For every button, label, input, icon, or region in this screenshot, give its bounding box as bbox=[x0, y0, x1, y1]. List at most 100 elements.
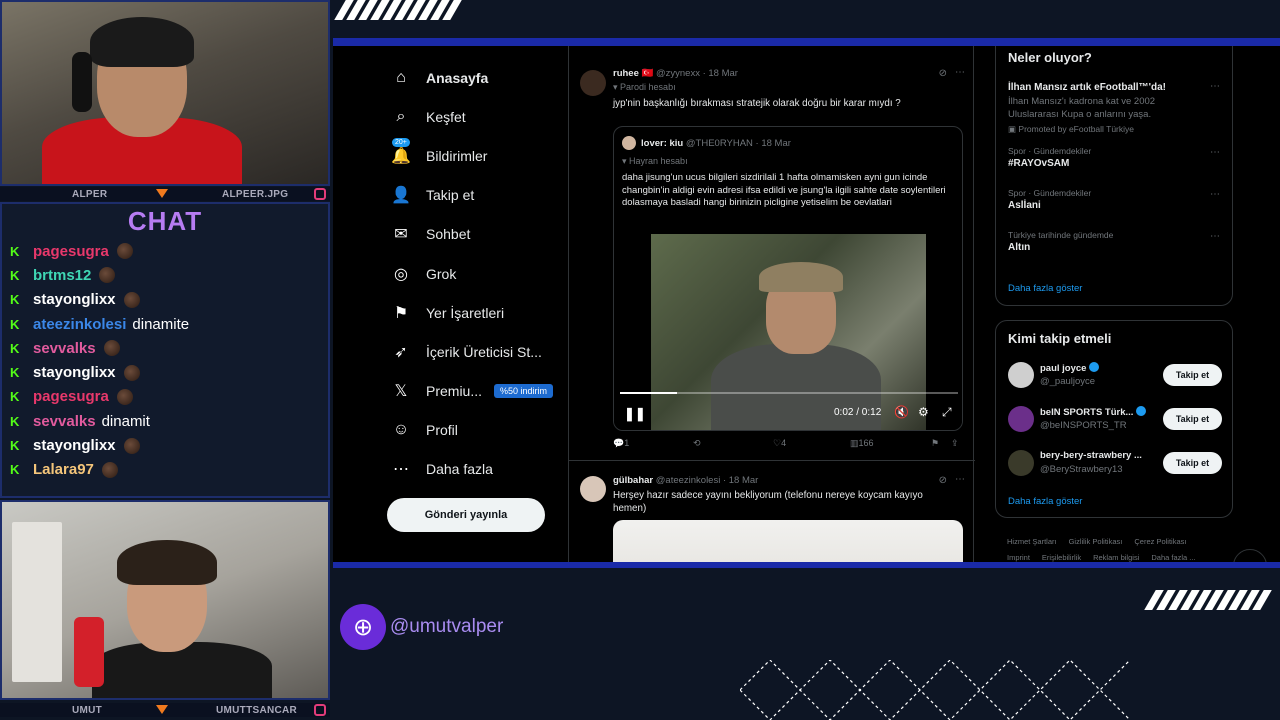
sidebar-item-grok[interactable]: ◎ Grok bbox=[391, 254, 561, 293]
avatar[interactable] bbox=[580, 476, 606, 502]
follow-button[interactable]: Takip et bbox=[1163, 364, 1222, 386]
reply-button[interactable]: 💬 1 bbox=[613, 438, 629, 449]
post-button[interactable]: Gönderi yayınla bbox=[387, 498, 545, 532]
footer-link[interactable]: Erişilebilirlik bbox=[1042, 553, 1081, 562]
emote-icon bbox=[101, 461, 118, 478]
sidebar-item-more[interactable]: ⋯ Daha fazla bbox=[391, 450, 561, 489]
sidebar-item-label: Grok bbox=[426, 265, 457, 282]
grok-icon[interactable]: ⊘ bbox=[939, 475, 947, 486]
tweet-author[interactable]: gülbahar bbox=[613, 475, 653, 486]
streamer-name-left: UMUT bbox=[72, 704, 103, 716]
follow-suggestion[interactable]: beIN SPORTS Türk... @beINSPORTS_TR Takip e… bbox=[996, 405, 1234, 435]
footer-link[interactable]: Reklam bilgisi bbox=[1093, 553, 1139, 562]
show-more-follow-link[interactable]: Daha fazla göster bbox=[1008, 496, 1082, 507]
messages-drawer-icon[interactable]: ✉ bbox=[1233, 549, 1267, 562]
quoted-tweet[interactable]: lover: kiu @THE0RYHAN · 18 Mar ▾ Hayran … bbox=[613, 126, 963, 431]
avatar[interactable] bbox=[1008, 406, 1034, 432]
more-options-icon[interactable]: ⋯ bbox=[955, 67, 965, 78]
video-subject-cap bbox=[759, 262, 843, 292]
trend-name[interactable]: Aslİani bbox=[1008, 200, 1041, 211]
share-icon[interactable]: ⇪ bbox=[951, 438, 959, 449]
chat-message: Ksevvalks bbox=[10, 336, 328, 360]
avatar[interactable] bbox=[1008, 450, 1034, 476]
quoted-author[interactable]: lover: kiu bbox=[641, 138, 683, 149]
settings-icon[interactable]: ⚙ bbox=[918, 405, 929, 419]
mute-icon[interactable]: 🔇 bbox=[894, 405, 909, 419]
avatar[interactable] bbox=[622, 136, 636, 150]
social-handle: ⊕ @umutvalper bbox=[340, 604, 503, 650]
tweet[interactable]: ruhee 🇹🇷 @zyynexx · 18 Mar ⊘ ⋯ ▾ Parodi … bbox=[569, 46, 975, 456]
like-button[interactable]: ♡ 4 bbox=[773, 438, 786, 449]
retweet-icon[interactable]: ⟲ bbox=[693, 438, 701, 449]
sidebar-item-search[interactable]: ⌕ Keşfet bbox=[391, 97, 561, 136]
verified-badge-icon bbox=[1089, 362, 1100, 372]
chat-title: CHAT bbox=[127, 206, 203, 236]
instagram-icon bbox=[314, 188, 326, 200]
headset bbox=[72, 52, 92, 112]
footer-link[interactable]: Çerez Politikası bbox=[1134, 537, 1186, 546]
bookmark-icon[interactable]: ⚑ bbox=[931, 438, 939, 449]
promo-title[interactable]: İlhan Mansız artık eFootball™'da! bbox=[1008, 82, 1166, 93]
kick-icon: K bbox=[10, 267, 20, 283]
follow-name[interactable]: bery-bery-strawbery ... bbox=[1040, 450, 1142, 461]
avatar[interactable] bbox=[580, 70, 606, 96]
sidebar-item-x-logo[interactable]: 𝕏 Premiu... %50 indirim bbox=[391, 372, 561, 411]
streamer-name-right: UMUTTSANCAR bbox=[216, 704, 298, 716]
tweet[interactable]: gülbahar @ateezinkolesi · 18 Mar ⊘ ⋯ Her… bbox=[569, 460, 975, 562]
emote-icon bbox=[123, 291, 140, 308]
footer-line: Hizmet Şartları Gizlilik Politikası Çerez … bbox=[1007, 534, 1237, 550]
more-options-icon[interactable]: ⋯ bbox=[955, 474, 965, 485]
footer-link[interactable]: Daha fazla ... bbox=[1151, 553, 1195, 562]
sidebar-item-label: Profil bbox=[426, 422, 458, 439]
kick-icon: K bbox=[10, 292, 20, 308]
sidebar-item-home[interactable]: ⌂ Anasayfa bbox=[391, 58, 561, 97]
chat-username: brtms12 bbox=[33, 266, 92, 284]
follow-button[interactable]: Takip et bbox=[1163, 452, 1222, 474]
footer-link[interactable]: Gizlilik Politikası bbox=[1069, 537, 1123, 546]
quoted-tweet-header: lover: kiu @THE0RYHAN · 18 Mar bbox=[641, 138, 791, 149]
kick-icon: K bbox=[10, 243, 20, 259]
pause-icon[interactable]: ❚❚ bbox=[624, 406, 646, 422]
more-options-icon[interactable]: ⋯ bbox=[1210, 81, 1220, 92]
trend-name[interactable]: Altın bbox=[1008, 242, 1030, 253]
more-options-icon[interactable]: ⋯ bbox=[1210, 189, 1220, 200]
chat-username: Lalara97 bbox=[33, 461, 94, 479]
fullscreen-icon[interactable]: ⤢ bbox=[942, 405, 952, 420]
sidebar-item-add-user[interactable]: 👤 Takip et bbox=[391, 176, 561, 215]
follow-suggestion[interactable]: paul joyce @_pauljoyce Takip et bbox=[996, 361, 1234, 391]
more-options-icon[interactable]: ⋯ bbox=[1210, 231, 1220, 242]
tweet-image[interactable] bbox=[613, 520, 963, 562]
show-more-trends-link[interactable]: Daha fazla göster bbox=[1008, 283, 1082, 294]
sidebar-item-bookmark[interactable]: ⚑ Yer İşaretleri bbox=[391, 293, 561, 332]
sidebar-item-mail[interactable]: ✉ Sohbet bbox=[391, 215, 561, 254]
chat-message: Kstayonglixx bbox=[10, 288, 328, 312]
video-player[interactable]: ❚❚ 0:02 / 0:12 🔇 ⚙ ⤢ bbox=[614, 234, 962, 430]
trend-name[interactable]: #RAYOvSAM bbox=[1008, 158, 1069, 169]
more-options-icon[interactable]: ⋯ bbox=[1210, 147, 1220, 158]
quoted-meta: @THE0RYHAN · 18 Mar bbox=[685, 138, 791, 149]
avatar[interactable] bbox=[1008, 362, 1034, 388]
footer-link[interactable]: Hizmet Şartları bbox=[1007, 537, 1057, 546]
views-button[interactable]: ▥ 166 bbox=[850, 438, 874, 449]
chat-username: stayonglixx bbox=[33, 437, 116, 455]
video-frame bbox=[651, 234, 926, 430]
streamer-name-left: ALPER bbox=[72, 188, 108, 200]
sidebar-item-profile[interactable]: ☺ Profil bbox=[391, 411, 561, 450]
follow-name[interactable]: paul joyce bbox=[1040, 362, 1100, 374]
follow-suggestion[interactable]: bery-bery-strawbery ... @BeryStrawbery13 T… bbox=[996, 449, 1234, 479]
label-triangle-icon bbox=[156, 705, 168, 714]
trend-category: Spor · Gündemdekiler bbox=[1008, 188, 1092, 198]
footer-link[interactable]: Imprint bbox=[1007, 553, 1030, 562]
kick-icon: K bbox=[10, 462, 20, 478]
video-progress-bar[interactable] bbox=[620, 392, 958, 394]
follow-button[interactable]: Takip et bbox=[1163, 408, 1222, 430]
webcam-person-shirt bbox=[92, 642, 272, 698]
sidebar-item-label: Premiu... bbox=[426, 383, 483, 400]
follow-name[interactable]: beIN SPORTS Türk... bbox=[1040, 406, 1147, 418]
grok-icon[interactable]: ⊘ bbox=[939, 68, 947, 79]
sidebar-item-rocket[interactable]: ➶ İçerik Üreticisi St... bbox=[391, 332, 561, 371]
footer-links: Hizmet Şartları Gizlilik Politikası Çerez … bbox=[1007, 534, 1237, 562]
chat-username: pagesugra bbox=[33, 388, 109, 406]
sidebar-item-bell[interactable]: 🔔 20+ Bildirimler bbox=[391, 136, 561, 175]
tweet-author[interactable]: ruhee bbox=[613, 68, 639, 79]
